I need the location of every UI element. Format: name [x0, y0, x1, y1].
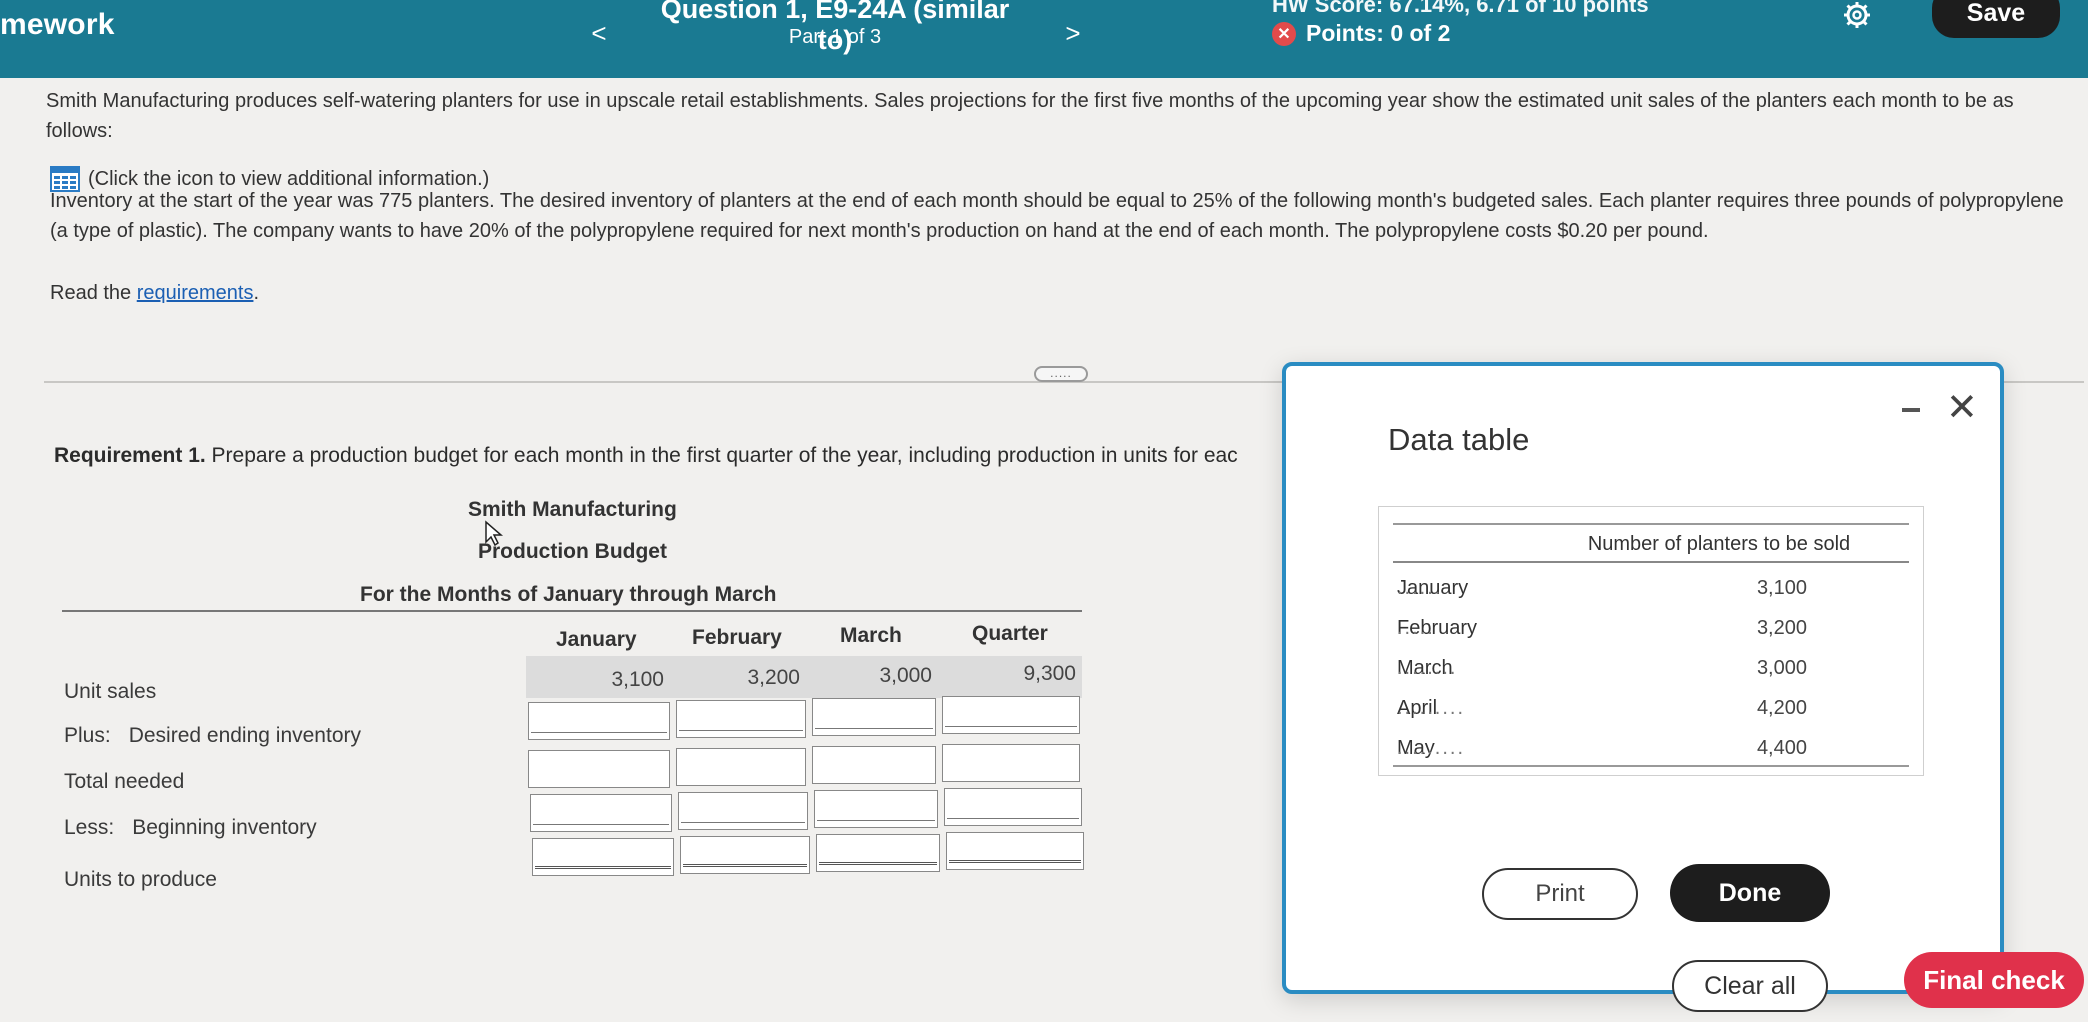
- row-label-text: Total needed: [64, 770, 185, 793]
- month-label: May .........: [1397, 737, 1466, 759]
- row-label-text: Units to produce: [64, 868, 217, 891]
- desired-ending-inventory-quarter-input[interactable]: [942, 696, 1080, 734]
- row-label-desired-ending-inventory: Plus: Desired ending inventory: [64, 724, 361, 748]
- planters-sales-table: Number of planters to be sold January ..…: [1378, 506, 1924, 776]
- print-button[interactable]: Print: [1482, 868, 1638, 920]
- requirements-link[interactable]: requirements: [137, 282, 254, 304]
- units-to-produce-march-input[interactable]: [816, 834, 940, 872]
- month-label: February .....: [1397, 617, 1478, 639]
- app-title: mework: [0, 8, 115, 41]
- total-needed-january-input[interactable]: [528, 750, 670, 788]
- problem-intro: Smith Manufacturing produces self-wateri…: [46, 90, 2014, 142]
- unit-sales-march: 3,000: [879, 664, 932, 687]
- read-prefix: Read the: [50, 282, 137, 304]
- row-label-text: Unit sales: [64, 680, 157, 703]
- incorrect-x-icon: ✕: [1272, 21, 1296, 46]
- next-question-button[interactable]: >: [1050, 10, 1096, 56]
- settings-gear-icon[interactable]: [1840, 0, 1874, 30]
- question-content: Smith Manufacturing produces self-wateri…: [0, 78, 2088, 1022]
- col-header-february: February: [692, 626, 782, 649]
- points-text: Points: 0 of 2: [1306, 20, 1451, 46]
- beginning-inventory-february-input[interactable]: [678, 792, 808, 830]
- close-icon[interactable]: ✕: [1946, 388, 1978, 428]
- budget-header-rule: [62, 610, 1082, 612]
- table-header-rule: [1393, 561, 1909, 563]
- unit-sales-february: 3,200: [747, 666, 800, 689]
- total-needed-march-input[interactable]: [812, 746, 936, 784]
- unit-sales-quarter: 9,300: [1023, 662, 1076, 685]
- previous-question-button[interactable]: <: [576, 10, 622, 56]
- planters-value: 3,200: [1756, 617, 1807, 639]
- desired-ending-inventory-february-input[interactable]: [676, 700, 806, 738]
- final-check-button[interactable]: Final check: [1904, 952, 2084, 1008]
- planters-value: 4,200: [1756, 697, 1807, 719]
- table-top-rule: [1393, 523, 1909, 525]
- units-to-produce-january-input[interactable]: [532, 838, 674, 876]
- month-label: April.........: [1397, 697, 1466, 719]
- read-suffix: .: [253, 282, 260, 304]
- minimize-icon[interactable]: [1902, 408, 1920, 412]
- unit-sales-january: 3,100: [611, 668, 664, 691]
- row-label-text: Beginning inventory: [132, 816, 317, 839]
- row-label-total-needed: Total needed: [64, 770, 184, 794]
- row-label-beginning-inventory: Less: Beginning inventory: [64, 816, 317, 840]
- question-part: Part 1 of 3: [788, 26, 882, 48]
- planters-value: 3,000: [1756, 657, 1807, 679]
- budget-title: Production Budget: [478, 540, 667, 563]
- row-label-units-to-produce: Units to produce: [64, 868, 217, 892]
- read-requirements: Read the requirements.: [50, 278, 259, 308]
- total-needed-quarter-input[interactable]: [942, 744, 1080, 782]
- budget-company: Smith Manufacturing: [468, 498, 677, 521]
- clear-all-button[interactable]: Clear all: [1672, 960, 1828, 1012]
- month-label: January ......: [1397, 577, 1469, 599]
- beginning-inventory-quarter-input[interactable]: [944, 788, 1082, 826]
- desired-ending-inventory-january-input[interactable]: [528, 702, 670, 740]
- row-label-text: Desired ending inventory: [128, 724, 361, 747]
- total-needed-february-input[interactable]: [676, 748, 806, 786]
- budget-period: For the Months of January through March: [360, 583, 777, 606]
- top-bar: mework < Question 1, E9-24A (similar to)…: [0, 0, 2088, 78]
- table-column-header: Number of planters to be sold: [1587, 533, 1851, 555]
- col-header-january: January: [556, 628, 637, 651]
- col-header-quarter: Quarter: [972, 622, 1048, 645]
- beginning-inventory-january-input[interactable]: [530, 794, 672, 832]
- problem-details: Inventory at the start of the year was 7…: [50, 190, 2064, 242]
- points-status: ✕ Points: 0 of 2: [1272, 20, 1450, 47]
- col-header-march: March: [840, 624, 902, 647]
- beginning-inventory-march-input[interactable]: [814, 790, 938, 828]
- done-button[interactable]: Done: [1670, 864, 1830, 922]
- table-bottom-rule: [1393, 765, 1909, 767]
- save-button[interactable]: Save: [1932, 0, 2060, 38]
- requirement-label: Requirement 1.: [54, 444, 206, 467]
- requirement-text: Requirement 1. Prepare a production budg…: [54, 444, 1304, 468]
- planters-value: 4,400: [1756, 737, 1807, 759]
- requirement-body: Prepare a production budget for each mon…: [205, 444, 1238, 467]
- row-label-unit-sales: Unit sales: [64, 680, 156, 704]
- data-table-dialog: Data table ✕ Number of planters to be so…: [1282, 362, 2004, 994]
- row-prefix: Less:: [64, 816, 115, 839]
- row-prefix: Plus:: [64, 724, 111, 747]
- desired-ending-inventory-march-input[interactable]: [812, 698, 936, 736]
- units-to-produce-february-input[interactable]: [680, 836, 810, 874]
- hw-score: HW Score: 67.14%, 6.71 of 10 points: [1272, 0, 1649, 17]
- planters-value: 3,100: [1756, 577, 1807, 599]
- units-to-produce-quarter-input[interactable]: [946, 832, 1084, 870]
- expand-more-button[interactable]: .....: [1034, 366, 1088, 382]
- dialog-title: Data table: [1388, 422, 1530, 457]
- month-label: March........: [1397, 657, 1458, 679]
